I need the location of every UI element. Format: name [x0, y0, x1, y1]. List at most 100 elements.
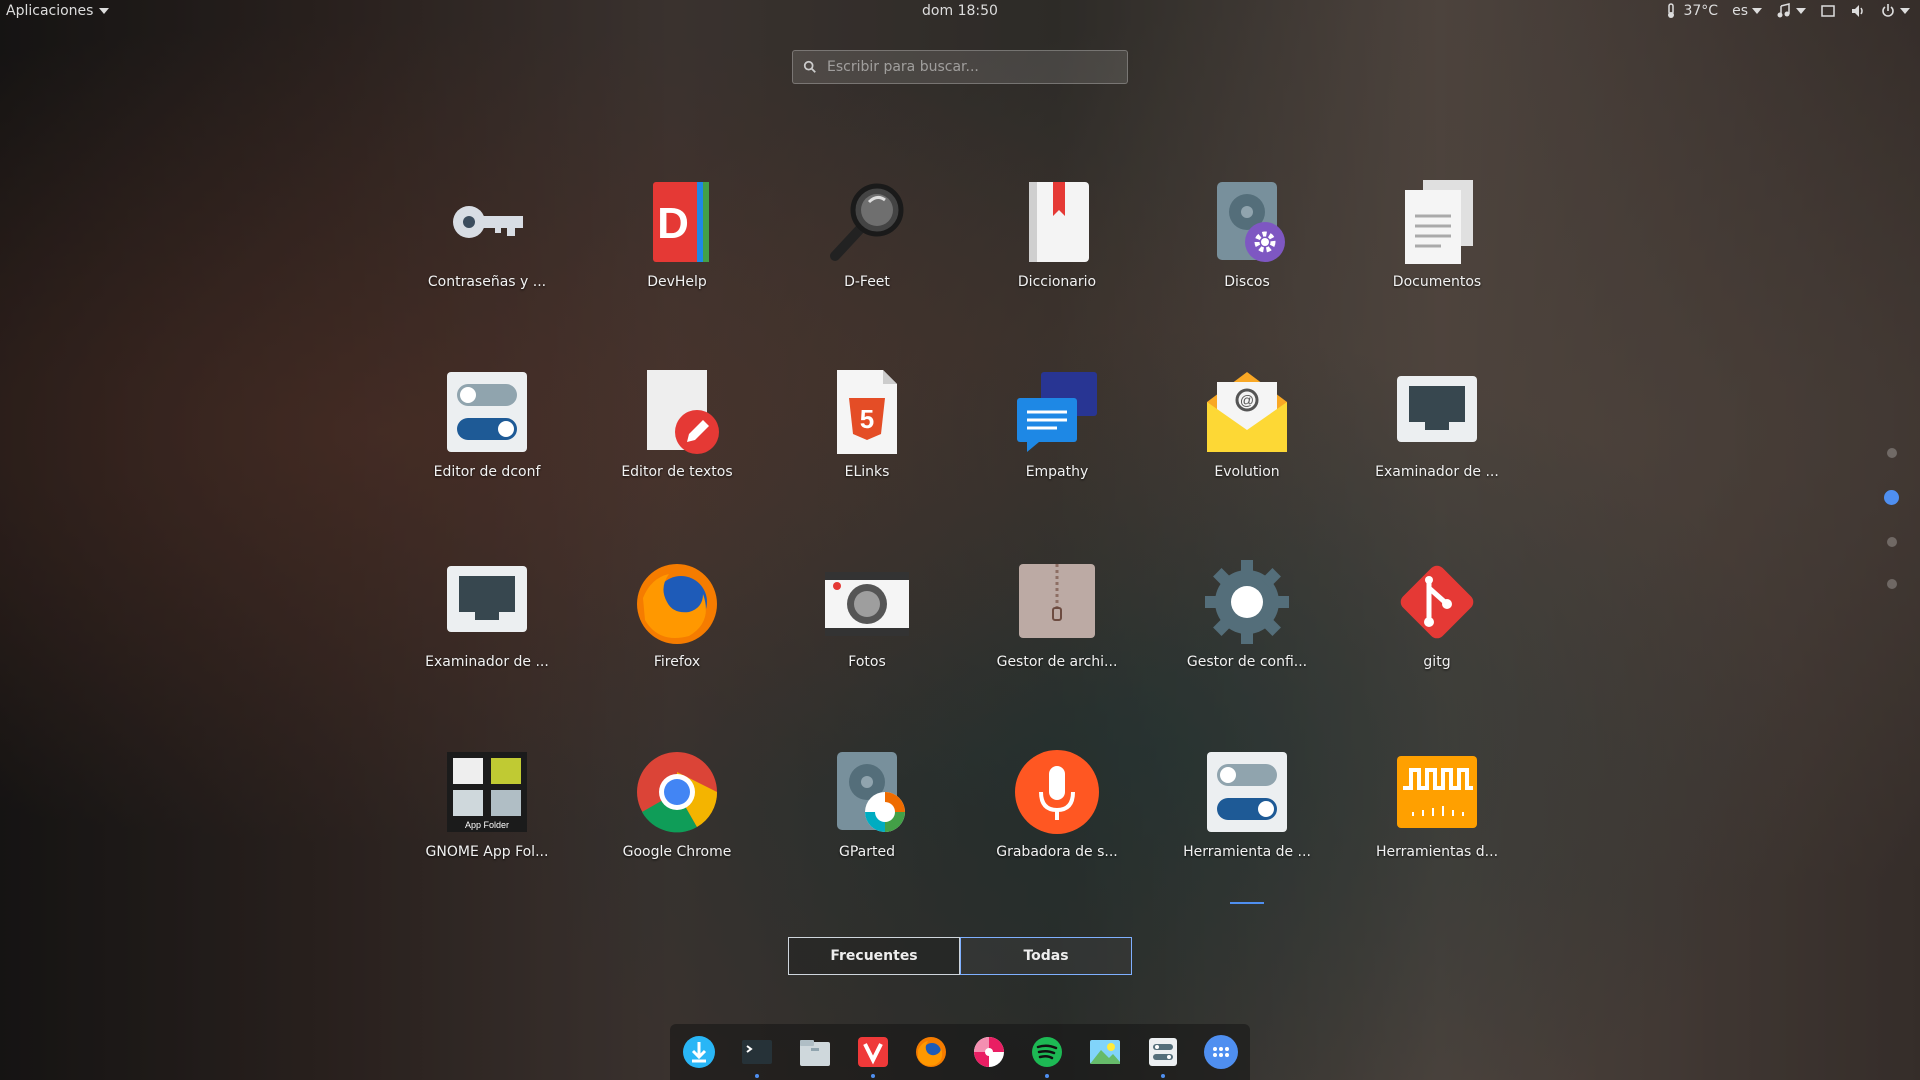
- chevron-down-icon: [1796, 8, 1806, 14]
- terminal-icon: [742, 1040, 772, 1064]
- app-tweak-tool[interactable]: Herramienta de ...: [1152, 740, 1342, 930]
- search-box[interactable]: [792, 50, 1128, 84]
- text-editor-icon: [647, 370, 719, 454]
- music-indicator[interactable]: [1776, 3, 1806, 19]
- view-switch: Frecuentes Todas: [788, 937, 1132, 975]
- page-dot[interactable]: [1886, 537, 1897, 547]
- dock-item-vivaldi[interactable]: [853, 1032, 893, 1078]
- dock-item-image-viewer[interactable]: [1085, 1032, 1125, 1072]
- app-text-editor[interactable]: Editor de textos: [582, 360, 772, 550]
- app-passwords[interactable]: Contraseñas y ...: [392, 170, 582, 360]
- files-icon: [800, 1040, 830, 1066]
- thermometer-icon: [1668, 3, 1675, 18]
- running-indicator: [1230, 902, 1264, 904]
- page-dot[interactable]: [1886, 579, 1897, 589]
- firefox-icon: [637, 564, 717, 644]
- svg-text:App Folder: App Folder: [465, 820, 509, 830]
- app-label: Diccionario: [1017, 274, 1097, 290]
- app-label: GNOME App Fol...: [425, 844, 549, 860]
- toggle-settings-icon: [1207, 752, 1287, 832]
- app-firefox[interactable]: Firefox: [582, 550, 772, 740]
- temperature-indicator[interactable]: 37°C: [1663, 3, 1718, 19]
- app-archive-manager[interactable]: Gestor de archi...: [962, 550, 1152, 740]
- system-settings-icon: [1149, 1038, 1177, 1066]
- camera-icon: [825, 572, 909, 636]
- documents-icon: [1405, 180, 1473, 264]
- app-label: Documentos: [1392, 274, 1482, 290]
- image-viewer-icon: [1090, 1040, 1120, 1064]
- dock-item-spotify[interactable]: [1027, 1032, 1067, 1078]
- top-bar: Aplicaciones dom 18:50 37°C es: [0, 0, 1920, 26]
- dock-item-firefox[interactable]: [911, 1032, 951, 1072]
- app-gnome-app-folder[interactable]: App Folder GNOME App Fol...: [392, 740, 582, 930]
- app-label: DevHelp: [647, 274, 707, 290]
- dock-item-lollypop[interactable]: [969, 1032, 1009, 1072]
- app-evolution[interactable]: @ Evolution: [1152, 360, 1342, 550]
- dock-item-system-settings[interactable]: [1143, 1032, 1183, 1078]
- waveform-icon: [1397, 756, 1477, 828]
- page-dot[interactable]: [1886, 448, 1897, 458]
- power-indicator[interactable]: [1880, 3, 1910, 19]
- language-value: es: [1732, 3, 1748, 19]
- dock-item-show-apps[interactable]: [1201, 1032, 1241, 1072]
- volume-icon: [1852, 5, 1863, 17]
- running-indicator: [755, 1074, 759, 1078]
- app-google-chrome[interactable]: Google Chrome: [582, 740, 772, 930]
- download-icon: [683, 1036, 715, 1068]
- dictionary-icon: [1029, 182, 1089, 262]
- dock-item-terminal[interactable]: [737, 1032, 777, 1078]
- app-gparted[interactable]: GParted: [772, 740, 962, 930]
- app-config-manager[interactable]: Gestor de confi...: [1152, 550, 1342, 740]
- system-tray: 37°C es: [1663, 3, 1910, 19]
- app-network-browser[interactable]: Examinador de ...: [1342, 360, 1532, 550]
- app-label: gitg: [1423, 654, 1451, 670]
- frequent-button[interactable]: Frecuentes: [788, 937, 960, 975]
- app-d-feet[interactable]: D-Feet: [772, 170, 962, 360]
- running-indicator: [1045, 1074, 1049, 1078]
- app-label: Contraseñas y ...: [427, 274, 547, 290]
- app-label: Gestor de archi...: [996, 654, 1118, 670]
- page-dot-active[interactable]: [1884, 490, 1899, 505]
- app-empathy[interactable]: Empathy: [962, 360, 1152, 550]
- svg-text:@: @: [1240, 392, 1254, 408]
- app-disks[interactable]: Discos: [1152, 170, 1342, 360]
- lollypop-icon: [974, 1037, 1004, 1067]
- volume-indicator[interactable]: [1850, 3, 1866, 19]
- app-sound-tools[interactable]: Herramientas d...: [1342, 740, 1532, 930]
- toggle-settings-icon: [447, 372, 527, 452]
- app-label: GParted: [839, 844, 895, 860]
- power-icon: [1882, 4, 1894, 17]
- html5-icon: 5: [837, 370, 897, 454]
- mail-icon: @: [1207, 372, 1287, 452]
- app-label: Evolution: [1214, 464, 1280, 480]
- search-input[interactable]: [827, 59, 1107, 75]
- network-icon: [447, 566, 527, 632]
- app-sound-recorder[interactable]: Grabadora de s...: [962, 740, 1152, 930]
- chrome-icon: [637, 752, 718, 833]
- app-label: Google Chrome: [622, 844, 732, 860]
- app-grid: Contraseñas y ... D DevHelp D-Feet Dicci…: [392, 170, 1532, 930]
- app-network-browser-2[interactable]: Examinador de ...: [392, 550, 582, 740]
- chat-icon: [1017, 372, 1097, 452]
- app-gitg[interactable]: gitg: [1342, 550, 1532, 740]
- app-documents[interactable]: Documentos: [1342, 170, 1532, 360]
- app-dconf-editor[interactable]: Editor de dconf: [392, 360, 582, 550]
- all-button[interactable]: Todas: [960, 937, 1132, 975]
- dock-item-files[interactable]: [795, 1032, 835, 1072]
- gparted-icon: [837, 752, 905, 832]
- app-devhelp[interactable]: D DevHelp: [582, 170, 772, 360]
- app-dictionary[interactable]: Diccionario: [962, 170, 1152, 360]
- chevron-down-icon: [1752, 8, 1762, 14]
- clock[interactable]: dom 18:50: [0, 3, 1920, 19]
- disks-icon: [1217, 182, 1285, 262]
- language-indicator[interactable]: es: [1732, 3, 1762, 19]
- app-label: Editor de dconf: [433, 464, 541, 480]
- archive-icon: [1019, 564, 1095, 638]
- app-photos[interactable]: Fotos: [772, 550, 962, 740]
- screen-indicator[interactable]: [1820, 3, 1836, 19]
- svg-text:D: D: [657, 199, 689, 248]
- app-elinks[interactable]: 5 ELinks: [772, 360, 962, 550]
- app-label: Firefox: [653, 654, 701, 670]
- app-label: D-Feet: [844, 274, 890, 290]
- dock-item-download[interactable]: [679, 1032, 719, 1072]
